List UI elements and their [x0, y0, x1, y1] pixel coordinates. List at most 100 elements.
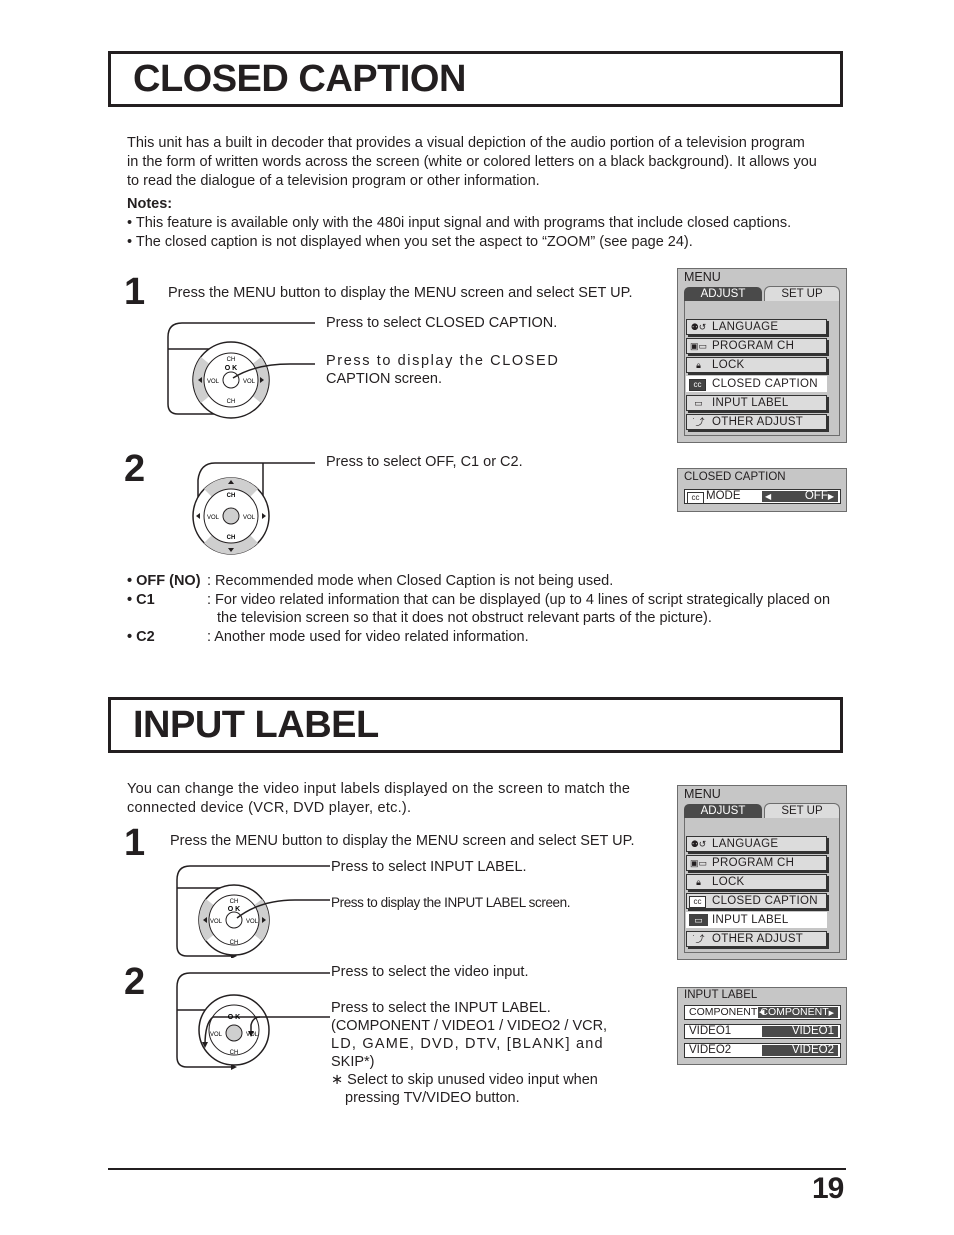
program-ch-icon: ▣▭: [689, 341, 707, 351]
tab-adjust[interactable]: ADJUST: [684, 287, 762, 301]
footer-rule: [108, 1168, 846, 1170]
arrow-right-icon[interactable]: ▶: [828, 492, 834, 501]
tab-adjust[interactable]: ADJUST: [684, 804, 762, 818]
intro-line: connected device (VCR, DVD player, etc.)…: [127, 800, 412, 816]
menu-item-language[interactable]: ⚉↺ LANGUAGE: [686, 836, 827, 852]
mode-c1-desc: : For video related information that can…: [207, 592, 831, 608]
remote-dpad-diagram: CH VOL VOL CH: [192, 462, 315, 555]
menu-item-program-ch[interactable]: ▣▭ PROGRAM CH: [686, 338, 827, 354]
ok-button: [222, 371, 240, 389]
closed-caption-osd: CLOSED CAPTION cc MODE ◀ OFF▶: [677, 468, 847, 512]
input-row-video2[interactable]: VIDEO2 VIDEO2: [684, 1043, 841, 1058]
cc-icon: cc: [687, 492, 704, 504]
intro-line: This unit has a built in decoder that pr…: [127, 135, 805, 151]
input-label-icon: ▭: [694, 398, 703, 408]
callout-select-mode: Press to select OFF, C1 or C2.: [326, 454, 523, 470]
note-item: • This feature is available only with th…: [127, 215, 792, 231]
step-number: 1: [124, 271, 146, 313]
cc-mode-row[interactable]: cc MODE ◀ OFF▶: [684, 489, 841, 504]
callout-display: Press to display the INPUT LABEL screen.: [331, 895, 571, 910]
svg-text:CH: CH: [230, 1050, 239, 1056]
ch-label: CH: [227, 493, 236, 499]
arrow-left-icon[interactable]: ◀: [765, 491, 771, 502]
arrow-right-icon[interactable]: ▶: [829, 1010, 834, 1017]
callout-display: Press to display the CLOSED: [326, 353, 560, 369]
menu-item-program-ch[interactable]: ▣▭ PROGRAM CH: [686, 855, 827, 871]
tab-setup[interactable]: SET UP: [764, 286, 840, 302]
input-label-osd: INPUT LABEL COMPONENT ◀ COMPONENT▶ VIDEO1…: [677, 987, 847, 1065]
step-number: 1: [124, 822, 146, 864]
mode-c1: • C1: [127, 592, 155, 608]
menu-osd: MENU ADJUST SET UP ⚉↺ LANGUAGE ▣▭ PROGRAM …: [677, 268, 847, 443]
svg-text:VOL: VOL: [246, 919, 259, 925]
page-number: 19: [812, 1172, 844, 1205]
input-label-section-title: INPUT LABEL: [108, 697, 843, 753]
menu-item-closed-caption[interactable]: cc CLOSED CAPTION: [686, 893, 827, 909]
menu-item-closed-caption[interactable]: cc CLOSED CAPTION: [686, 376, 827, 392]
notes-label: Notes:: [127, 196, 173, 212]
input-label-heading: INPUT LABEL: [133, 704, 379, 746]
arrow-left-icon[interactable]: ◀: [759, 1007, 764, 1018]
ok-label: O K: [225, 365, 237, 372]
language-icon: ⚉↺: [690, 839, 707, 849]
svg-text:CH: CH: [230, 940, 239, 946]
svg-text:O K: O K: [228, 906, 240, 913]
remote-dpad-diagram: CH O K VOL VOL CH: [167, 322, 315, 419]
closed-caption-section-title: CLOSED CAPTION: [108, 51, 843, 107]
note-item: • The closed caption is not displayed wh…: [127, 234, 693, 250]
ch-label: CH: [227, 399, 236, 405]
mode-c2-desc: : Another mode used for video related in…: [207, 629, 529, 645]
callout-select: Press to select INPUT LABEL.: [331, 859, 527, 875]
input-label-intro: You can change the video input labels di…: [127, 780, 667, 818]
callout-select: Press to select CLOSED CAPTION.: [326, 315, 558, 331]
menu-header: MENU: [684, 270, 721, 284]
input-row-component[interactable]: COMPONENT ◀ COMPONENT▶: [684, 1005, 841, 1020]
ok-button: [225, 911, 243, 929]
menu-item-input-label[interactable]: ▭ INPUT LABEL: [686, 395, 827, 411]
vol-label: VOL: [207, 515, 220, 521]
ok-button: [222, 507, 240, 525]
menu-osd: MENU ADJUST SET UP ⚉↺ LANGUAGE ▣▭ PROGRAM …: [677, 785, 847, 960]
svg-text:O K: O K: [228, 1014, 240, 1021]
callout-select-input: Press to select the video input.: [331, 964, 529, 980]
svg-text:VOL: VOL: [210, 919, 223, 925]
remote-dpad-diagram: O K VOL VOL CH: [176, 972, 330, 1070]
mode-value[interactable]: ◀ OFF▶: [762, 490, 838, 502]
menu-item-other-adjust[interactable]: ˙⤴ OTHER ADJUST: [686, 414, 827, 430]
closed-caption-heading: CLOSED CAPTION: [133, 58, 466, 100]
intro-line: You can change the video input labels di…: [127, 781, 631, 797]
svg-text:VOL: VOL: [246, 1032, 259, 1038]
menu-item-lock[interactable]: 🔒︎ LOCK: [686, 874, 827, 890]
lock-icon: 🔒︎: [696, 360, 701, 370]
svg-text:VOL: VOL: [210, 1032, 223, 1038]
mode-c1-desc-cont: the television screen so that it does no…: [217, 610, 712, 626]
mode-off-desc: : Recommended mode when Closed Caption i…: [207, 573, 614, 589]
step-number: 2: [124, 448, 146, 490]
menu-item-other-adjust[interactable]: ˙⤴ OTHER ADJUST: [686, 931, 827, 947]
program-ch-icon: ▣▭: [689, 858, 707, 868]
footnote-cont: pressing TV/VIDEO button.: [345, 1090, 520, 1106]
step-number: 2: [124, 961, 146, 1003]
menu-item-language[interactable]: ⚉↺ LANGUAGE: [686, 319, 827, 335]
mode-off: • OFF (NO): [127, 573, 201, 589]
other-adjust-icon: ˙⤴: [692, 417, 705, 427]
vol-label: VOL: [207, 379, 220, 385]
cc-icon: cc: [689, 379, 706, 391]
input-label-icon: ▭: [689, 914, 708, 926]
input-row-video1[interactable]: VIDEO1 VIDEO1: [684, 1024, 841, 1039]
mode-label: MODE: [706, 490, 741, 502]
menu-header: MENU: [684, 787, 721, 801]
callout-select-label: Press to select the INPUT LABEL. (COMPON…: [331, 1000, 608, 1106]
step-instruction: Press the MENU button to display the MEN…: [168, 285, 633, 301]
menu-item-lock[interactable]: 🔒︎ LOCK: [686, 357, 827, 373]
lock-icon: 🔒︎: [696, 877, 701, 887]
ch-label: CH: [227, 357, 236, 363]
vol-label: VOL: [243, 379, 256, 385]
intro-line: to read the dialogue of a television pro…: [127, 173, 540, 189]
footnote: ∗ Select to skip unused video input when: [331, 1072, 598, 1088]
menu-item-input-label[interactable]: ▭ INPUT LABEL: [686, 912, 827, 928]
tab-setup[interactable]: SET UP: [764, 803, 840, 819]
ok-button: [225, 1024, 243, 1042]
other-adjust-icon: ˙⤴: [692, 934, 705, 944]
vol-label: VOL: [243, 515, 256, 521]
